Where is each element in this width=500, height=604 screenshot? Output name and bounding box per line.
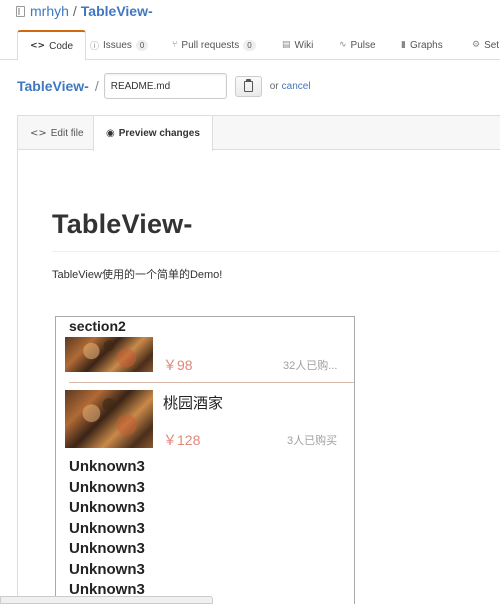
copy-path-button[interactable] [234,75,262,97]
code-icon: <> [30,127,47,139]
repo-owner-link[interactable]: mrhyh [30,3,69,19]
eye-icon: ◉ [106,128,115,139]
tab-pull-requests-label: Pull requests [181,39,240,51]
tab-edit-file-label: Edit file [50,127,84,139]
list-item: 桃园酒家 ￥128 3人已购买 [56,390,354,452]
tab-code[interactable]: <> Code [17,30,86,61]
repo-nav-tabs: <> Code ⓘ Issues 0 ⑂ Pull requests 0 ▤ W… [0,30,500,61]
tab-graphs-label: Graphs [409,39,443,51]
food-thumbnail [65,390,153,448]
tab-wiki-label: Wiki [294,39,314,51]
file-path-bar: TableView- / or cancel [17,73,311,99]
tab-preview-changes[interactable]: ◉ Preview changes [93,116,213,151]
tab-wiki[interactable]: ▤ Wiki [282,30,313,60]
list-item: Unknown3 [69,540,145,557]
food-thumbnail [65,337,153,372]
issues-count-badge: 0 [135,39,149,51]
filename-input[interactable] [103,73,227,99]
cell-name: 桃园酒家 [163,395,224,412]
repo-name-link[interactable]: TableView- [81,3,153,19]
pulse-icon: ∿ [339,40,347,50]
cell-sales: 3人已购买 [287,435,338,447]
file-path-repo-link[interactable]: TableView- [17,78,89,94]
graph-icon: ▮ [401,40,406,50]
app-screenshot: section2 ￥98 32人已购... 桃园酒家 ￥128 3人已购买 Un… [55,316,355,604]
tab-preview-changes-label: Preview changes [118,128,200,139]
tab-graphs[interactable]: ▮ Graphs [401,30,443,60]
heading-divider [52,251,500,252]
repo-breadcrumb: mrhyh / TableView- [16,2,153,20]
breadcrumb-separator: / [72,3,77,19]
code-icon: <> [30,41,46,51]
book-icon: ▤ [282,40,291,50]
editor-tabs: <> Edit file ◉ Preview changes [18,116,500,151]
clipboard-icon [243,78,253,92]
cell-price: ￥128 [163,432,201,448]
tab-issues[interactable]: ⓘ Issues 0 [90,30,149,60]
list-item: Unknown3 [69,458,145,475]
or-text: or [269,80,279,92]
tab-edit-file[interactable]: <> Edit file [18,116,96,150]
tab-pulse[interactable]: ∿ Pulse [339,30,376,60]
cancel-link[interactable]: cancel [282,81,311,92]
tab-pull-requests[interactable]: ⑂ Pull requests 0 [172,30,256,60]
cell-sales: 32人已购... [283,360,338,372]
issue-opened-icon: ⓘ [90,41,100,52]
git-pull-request-icon: ⑂ [172,40,178,50]
pull-requests-count-badge: 0 [243,39,256,51]
section-header: section2 [69,318,126,334]
tab-code-label: Code [49,40,73,52]
list-item: Unknown3 [69,519,145,537]
horizontal-scrollbar[interactable] [0,596,213,604]
gear-icon: ⚙ [472,40,481,50]
preview-description: TableView使用的一个简单的Demo! [52,269,223,281]
repo-book-icon [16,5,25,17]
tab-settings-label: Set [484,39,500,51]
list-item: Unknown3 [69,478,145,496]
preview-heading: TableView- [52,209,193,239]
file-editor: <> Edit file ◉ Preview changes TableView… [17,115,500,604]
cell-price: ￥98 [163,357,193,373]
list-item: ￥98 32人已购... [56,337,354,377]
tab-issues-label: Issues [103,39,132,51]
cell-separator [69,382,354,383]
file-path-separator: / [94,78,99,94]
list-item: Unknown3 [69,499,145,516]
list-item: Unknown3 [69,560,145,578]
tab-settings[interactable]: ⚙ Set [472,30,499,60]
tab-pulse-label: Pulse [350,39,376,51]
